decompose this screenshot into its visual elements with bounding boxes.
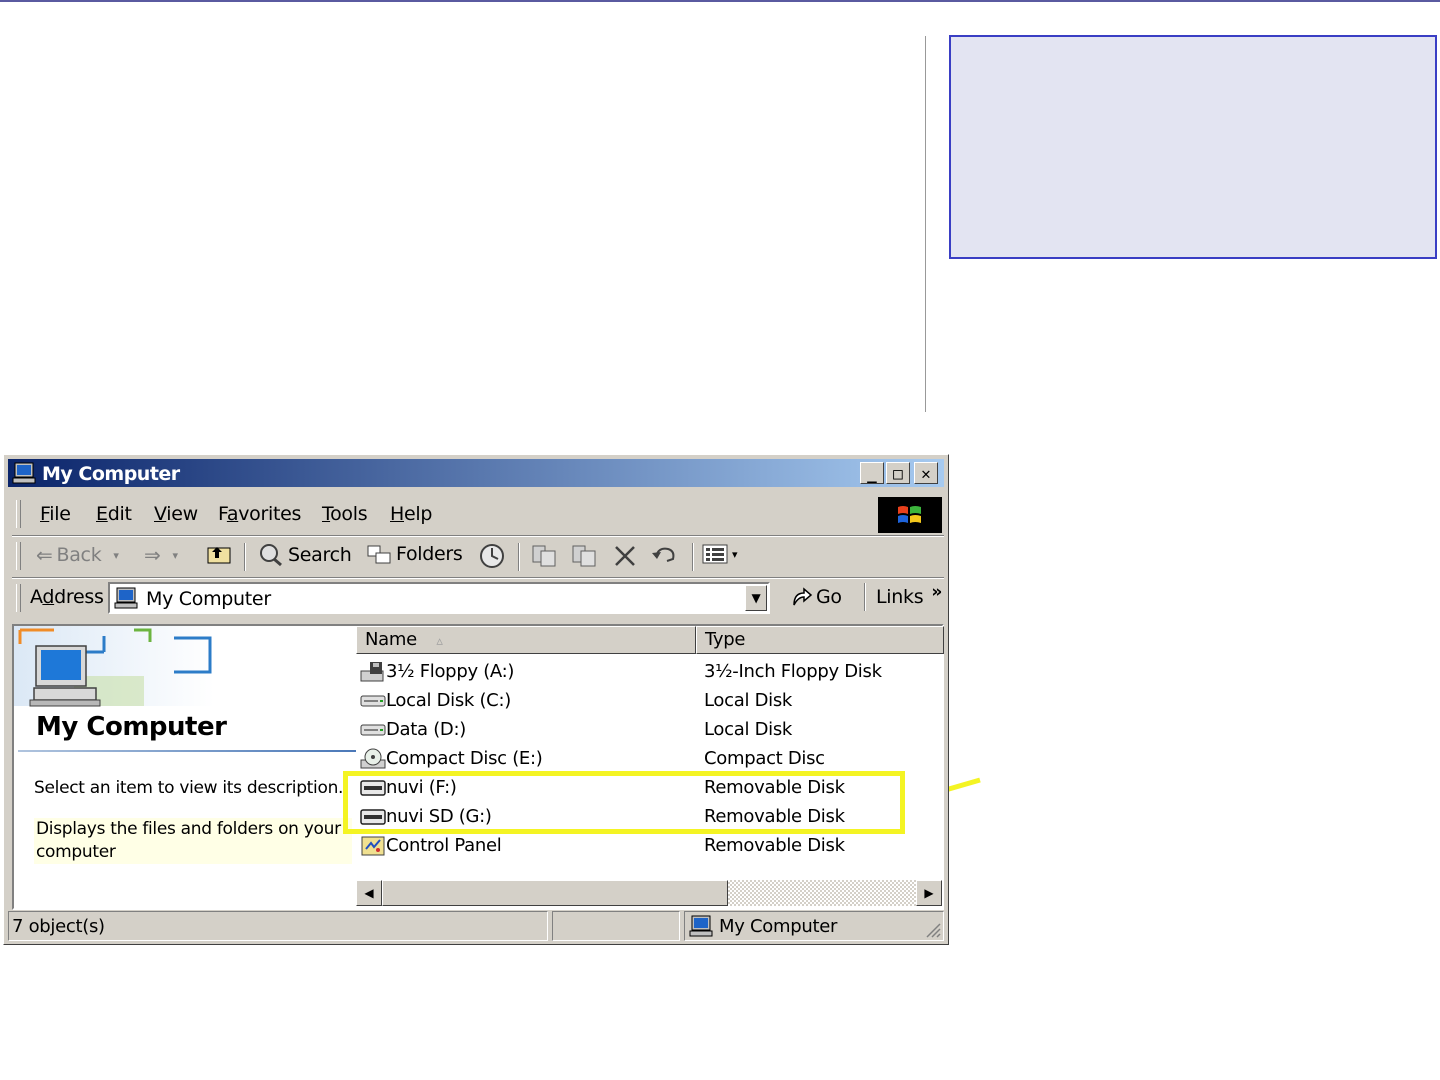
resize-grip-icon[interactable] bbox=[923, 920, 941, 938]
item-description: Displays the files and folders on your c… bbox=[34, 818, 352, 864]
list-item[interactable]: 3½ Floppy (A:) 3½-Inch Floppy Disk bbox=[356, 658, 942, 687]
scroll-track[interactable] bbox=[728, 880, 916, 906]
content-area: My Computer Select an item to view its d… bbox=[12, 624, 944, 910]
back-button[interactable]: ⇐ Back ▾ bbox=[36, 543, 119, 567]
up-folder-button[interactable] bbox=[206, 543, 232, 565]
address-grip[interactable] bbox=[16, 584, 21, 612]
status-location: My Computer bbox=[719, 916, 838, 937]
floppy-drive-icon bbox=[360, 662, 384, 682]
computer-banner-icon bbox=[14, 626, 214, 707]
move-to-button[interactable] bbox=[530, 543, 558, 569]
windows-logo-icon bbox=[878, 497, 942, 533]
menu-tools[interactable]: Tools bbox=[322, 503, 368, 525]
copy-to-button[interactable] bbox=[570, 543, 598, 569]
up-folder-icon bbox=[207, 547, 231, 564]
move-to-icon bbox=[532, 545, 556, 567]
my-computer-icon bbox=[114, 587, 138, 609]
standard-toolbar: ⇐ Back ▾ ⇒ ▾ Search Folders ▾ bbox=[12, 537, 944, 575]
delete-button[interactable] bbox=[612, 543, 638, 569]
views-button[interactable]: ▾ bbox=[702, 543, 738, 565]
column-header-type[interactable]: Type bbox=[696, 626, 944, 654]
address-value: My Computer bbox=[146, 588, 271, 610]
history-icon bbox=[480, 544, 504, 568]
close-button[interactable]: ✕ bbox=[914, 462, 938, 484]
slide-top-rule bbox=[0, 0, 1440, 2]
search-icon bbox=[260, 544, 282, 567]
menu-help[interactable]: Help bbox=[390, 503, 432, 525]
folders-icon bbox=[367, 545, 391, 564]
forward-arrow-icon: ⇒ bbox=[144, 543, 161, 567]
status-panel-count: 7 object(s) bbox=[8, 911, 548, 941]
my-computer-icon bbox=[689, 915, 713, 937]
address-input[interactable]: My Computer ▼ bbox=[108, 582, 770, 614]
highlight-box bbox=[343, 771, 905, 834]
list-item[interactable]: Compact Disc (E:) Compact Disc bbox=[356, 745, 942, 774]
left-arrow-icon: ◀ bbox=[364, 886, 374, 900]
address-bar: Address My Computer ▼ Go Links » bbox=[12, 579, 944, 617]
menu-edit[interactable]: Edit bbox=[96, 503, 132, 525]
status-panel-empty bbox=[552, 911, 680, 941]
sort-ascending-icon: ▵ bbox=[436, 634, 443, 649]
menu-grip[interactable] bbox=[16, 500, 21, 528]
toolbar-divider bbox=[518, 543, 520, 571]
scroll-thumb[interactable] bbox=[382, 880, 728, 906]
horizontal-scrollbar[interactable]: ◀ ▶ bbox=[356, 880, 942, 906]
window-title: My Computer bbox=[42, 463, 180, 485]
go-arrow-icon bbox=[793, 587, 813, 606]
back-arrow-icon: ⇐ bbox=[36, 543, 53, 567]
folders-button[interactable]: Folders bbox=[366, 543, 463, 565]
left-pane-rule bbox=[18, 750, 356, 752]
links-divider bbox=[864, 583, 866, 611]
menu-bar: File Edit View Favorites Tools Help bbox=[12, 495, 944, 533]
undo-button[interactable] bbox=[650, 543, 678, 567]
slide-divider bbox=[925, 36, 926, 412]
forward-button[interactable]: ⇒ ▾ bbox=[144, 543, 178, 567]
scroll-left-button[interactable]: ◀ bbox=[356, 880, 382, 906]
go-button[interactable]: Go bbox=[790, 585, 842, 609]
column-header-name[interactable]: Name ▵ bbox=[356, 626, 696, 654]
menu-view[interactable]: View bbox=[154, 503, 198, 525]
status-bar: 7 object(s) My Computer bbox=[8, 911, 944, 941]
links-button[interactable]: Links bbox=[876, 586, 924, 608]
forward-dropdown-icon[interactable]: ▾ bbox=[172, 549, 178, 562]
hard-disk-icon bbox=[360, 724, 386, 736]
status-panel-zone: My Computer bbox=[684, 911, 944, 941]
title-bar[interactable]: My Computer _ □ ✕ bbox=[8, 459, 944, 487]
copy-to-icon bbox=[572, 545, 596, 567]
select-hint-text: Select an item to view its description. bbox=[34, 778, 344, 798]
back-dropdown-icon[interactable]: ▾ bbox=[113, 549, 119, 562]
undo-icon bbox=[652, 547, 675, 562]
hard-disk-icon bbox=[360, 695, 386, 707]
callout-box bbox=[949, 35, 1437, 259]
list-item[interactable]: Data (D:) Local Disk bbox=[356, 716, 942, 745]
delete-icon bbox=[615, 546, 635, 566]
address-label: Address bbox=[30, 586, 104, 608]
cd-drive-icon bbox=[360, 748, 386, 769]
toolbar-grip[interactable] bbox=[16, 542, 21, 570]
list-item[interactable]: Local Disk (C:) Local Disk bbox=[356, 687, 942, 716]
views-icon bbox=[702, 544, 728, 564]
views-dropdown-icon: ▾ bbox=[732, 547, 738, 561]
maximize-button[interactable]: □ bbox=[886, 462, 910, 484]
file-list: Name ▵ Type 3½ Floppy (A:) 3½-Inch Flopp… bbox=[356, 626, 944, 908]
left-pane-title: My Computer bbox=[36, 712, 227, 742]
toolbar-divider bbox=[244, 543, 246, 571]
right-arrow-icon: ▶ bbox=[924, 886, 934, 900]
toolbar-divider bbox=[692, 543, 694, 571]
search-button[interactable]: Search bbox=[258, 543, 352, 567]
explorer-window: My Computer _ □ ✕ File Edit View Favorit… bbox=[3, 454, 949, 945]
control-panel-icon bbox=[361, 836, 385, 856]
history-button[interactable] bbox=[478, 543, 506, 569]
object-count: 7 object(s) bbox=[12, 916, 105, 937]
web-view-pane: My Computer Select an item to view its d… bbox=[14, 626, 356, 908]
chevron-down-icon: ▼ bbox=[751, 591, 761, 605]
scroll-right-button[interactable]: ▶ bbox=[916, 880, 942, 906]
address-dropdown-button[interactable]: ▼ bbox=[745, 585, 767, 611]
menu-favorites[interactable]: Favorites bbox=[218, 503, 301, 525]
menu-file[interactable]: File bbox=[40, 503, 71, 525]
more-chevron-icon[interactable]: » bbox=[931, 582, 942, 602]
my-computer-icon bbox=[12, 462, 36, 484]
list-item[interactable]: Control Panel Removable Disk bbox=[356, 832, 942, 861]
minimize-button[interactable]: _ bbox=[860, 462, 884, 484]
